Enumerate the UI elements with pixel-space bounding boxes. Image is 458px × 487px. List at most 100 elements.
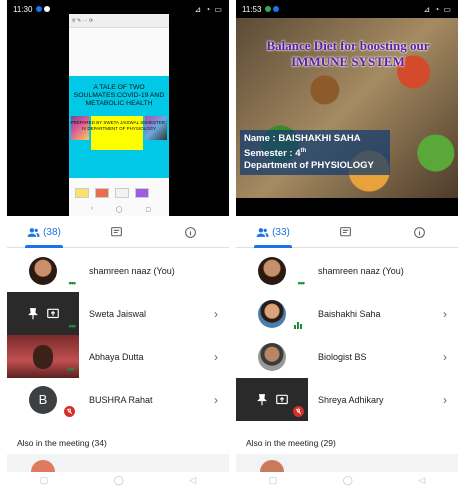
video-face (33, 344, 53, 369)
left-meeting-screen: 11:30 ⊿ ◔ ▭ ⚲ ✎ ⋯ ⟳ A TALE OF TWO SOULMA… (7, 0, 229, 487)
thumbnail[interactable] (95, 188, 109, 198)
system-nav-bar: ▢ ◯ ◁ (7, 474, 229, 487)
status-time: 11:53 (242, 4, 262, 14)
pin-icon[interactable] (255, 393, 269, 407)
pin-icon[interactable] (26, 307, 40, 321)
also-in-meeting-label: Also in the meeting (29) (246, 438, 336, 448)
participant-name: shamreen naaz (You) (89, 265, 175, 276)
people-count: (33) (272, 227, 290, 238)
status-bar: 11:53 ⊿ ◔ ▭ (236, 0, 458, 18)
meeting-tabs: (38) (7, 218, 229, 248)
presenter-semester: Semester : 4th (244, 148, 307, 160)
participant-tile (236, 378, 308, 421)
audio-level-icon (294, 322, 302, 329)
notification-icon (265, 6, 272, 12)
participant-name: Shreya Adhikary (318, 394, 384, 405)
doc-home-icon[interactable]: ◯ (116, 206, 123, 213)
participant-name: Sweta Jaiswal (89, 308, 147, 319)
chevron-right-icon[interactable]: › (438, 350, 452, 364)
back-icon[interactable]: ◁ (418, 475, 425, 486)
notification-icon (273, 6, 280, 12)
present-screen-icon[interactable] (275, 393, 289, 407)
participant-row[interactable]: ••• shamreen naaz (You) (236, 249, 458, 292)
thumbnail[interactable] (115, 188, 129, 198)
list-item[interactable] (236, 454, 458, 472)
participant-row[interactable]: ••• Sweta Jaiswal › (7, 292, 229, 335)
slide-title: A TALE OF TWO SOULMATES:COVID-19 AND MET… (73, 84, 165, 107)
right-meeting-screen: 11:53 ⊿ ◔ ▭ Balance Diet for boosting ou… (236, 0, 458, 487)
slide-subtitle: PREPARED BY SWETA JAISWAL SEMESTER : IV … (70, 120, 168, 131)
status-icons: ⊿ ◔ ▭ (423, 4, 452, 14)
avatar (258, 342, 286, 371)
tab-people[interactable]: (33) (236, 218, 310, 248)
tab-info[interactable] (155, 218, 229, 247)
speaking-dots-icon: ••• (68, 278, 77, 288)
list-item[interactable] (7, 454, 229, 472)
chat-icon (111, 227, 122, 237)
chevron-right-icon[interactable]: › (438, 307, 452, 321)
slide-thumbnails (75, 188, 165, 198)
recents-icon[interactable]: ▢ (40, 475, 49, 486)
participant-tile: ••• (7, 292, 79, 335)
tab-chat[interactable] (81, 218, 155, 247)
participant-name: BUSHRA Rahat (89, 394, 153, 405)
participant-name: Baishakhi Saha (318, 308, 381, 319)
participant-tile (236, 335, 308, 378)
chevron-right-icon[interactable]: › (209, 350, 223, 364)
shared-screen: ⚲ ✎ ⋯ ⟳ A TALE OF TWO SOULMATES:COVID-19… (69, 14, 169, 216)
participant-row[interactable]: ••• Abhaya Dutta › (7, 335, 229, 378)
people-icon (256, 228, 269, 237)
chevron-right-icon[interactable]: › (438, 393, 452, 407)
speaking-dots-icon: ••• (297, 278, 306, 288)
tile-actions (255, 393, 289, 407)
participant-row[interactable]: ••• shamreen naaz (You) (7, 249, 229, 292)
info-icon (185, 227, 196, 238)
presenter-name: Name : BAISHAKHI SAHA (244, 133, 361, 144)
participant-row[interactable]: Shreya Adhikary › (236, 378, 458, 421)
home-icon[interactable]: ◯ (114, 475, 124, 486)
participant-name: Biologist BS (318, 351, 367, 362)
present-screen-icon[interactable] (46, 307, 60, 321)
presentation-view: 11:30 ⊿ ◔ ▭ ⚲ ✎ ⋯ ⟳ A TALE OF TWO SOULMA… (7, 0, 229, 216)
speaking-dots-icon: ••• (68, 321, 77, 331)
mic-off-icon (64, 406, 75, 417)
participant-tile: B (7, 378, 79, 421)
system-nav-bar: ▢ ◯ ◁ (236, 474, 458, 487)
info-icon (414, 227, 425, 238)
avatar (258, 256, 286, 285)
home-icon[interactable]: ◯ (343, 475, 353, 486)
avatar (258, 299, 286, 328)
slide: A TALE OF TWO SOULMATES:COVID-19 AND MET… (69, 76, 169, 178)
people-icon (27, 228, 40, 237)
participant-row[interactable]: Baishakhi Saha › (236, 292, 458, 335)
meeting-tabs: (33) (236, 218, 458, 248)
thumbnail[interactable] (135, 188, 149, 198)
tab-people[interactable]: (38) (7, 218, 81, 248)
participant-list: ••• shamreen naaz (You) Baishakhi Saha ›… (236, 249, 458, 421)
doc-nav: ‹ ◯ ▢ (91, 206, 151, 213)
tab-info[interactable] (384, 218, 458, 247)
slide-title: Balance Diet for boosting our IMMUNE SYS… (266, 38, 430, 69)
back-icon[interactable]: ◁ (189, 475, 196, 486)
mic-off-icon (293, 406, 304, 417)
avatar (260, 460, 284, 472)
recents-icon[interactable]: ▢ (269, 475, 278, 486)
chat-icon (340, 227, 351, 237)
avatar: B (29, 385, 57, 414)
tile-actions (26, 307, 60, 321)
participant-row[interactable]: Biologist BS › (236, 335, 458, 378)
tab-chat[interactable] (310, 218, 384, 247)
status-time: 11:30 (13, 4, 33, 14)
slide-presenter-info: Name : BAISHAKHI SAHA Semester : 4th Dep… (240, 130, 390, 176)
thumbnail[interactable] (75, 188, 89, 198)
participant-tile: ••• (236, 249, 308, 292)
chevron-right-icon[interactable]: › (209, 393, 223, 407)
doc-recent-icon[interactable]: ▢ (145, 206, 151, 213)
chevron-right-icon[interactable]: › (209, 307, 223, 321)
presenter-department: Department of PHYSIOLOGY (244, 160, 374, 172)
avatar (29, 256, 57, 285)
participant-row[interactable]: B BUSHRA Rahat › (7, 378, 229, 421)
presentation-view: 11:53 ⊿ ◔ ▭ Balance Diet for boosting ou… (236, 0, 458, 216)
people-count: (38) (43, 227, 61, 238)
doc-back-icon[interactable]: ‹ (91, 206, 93, 213)
